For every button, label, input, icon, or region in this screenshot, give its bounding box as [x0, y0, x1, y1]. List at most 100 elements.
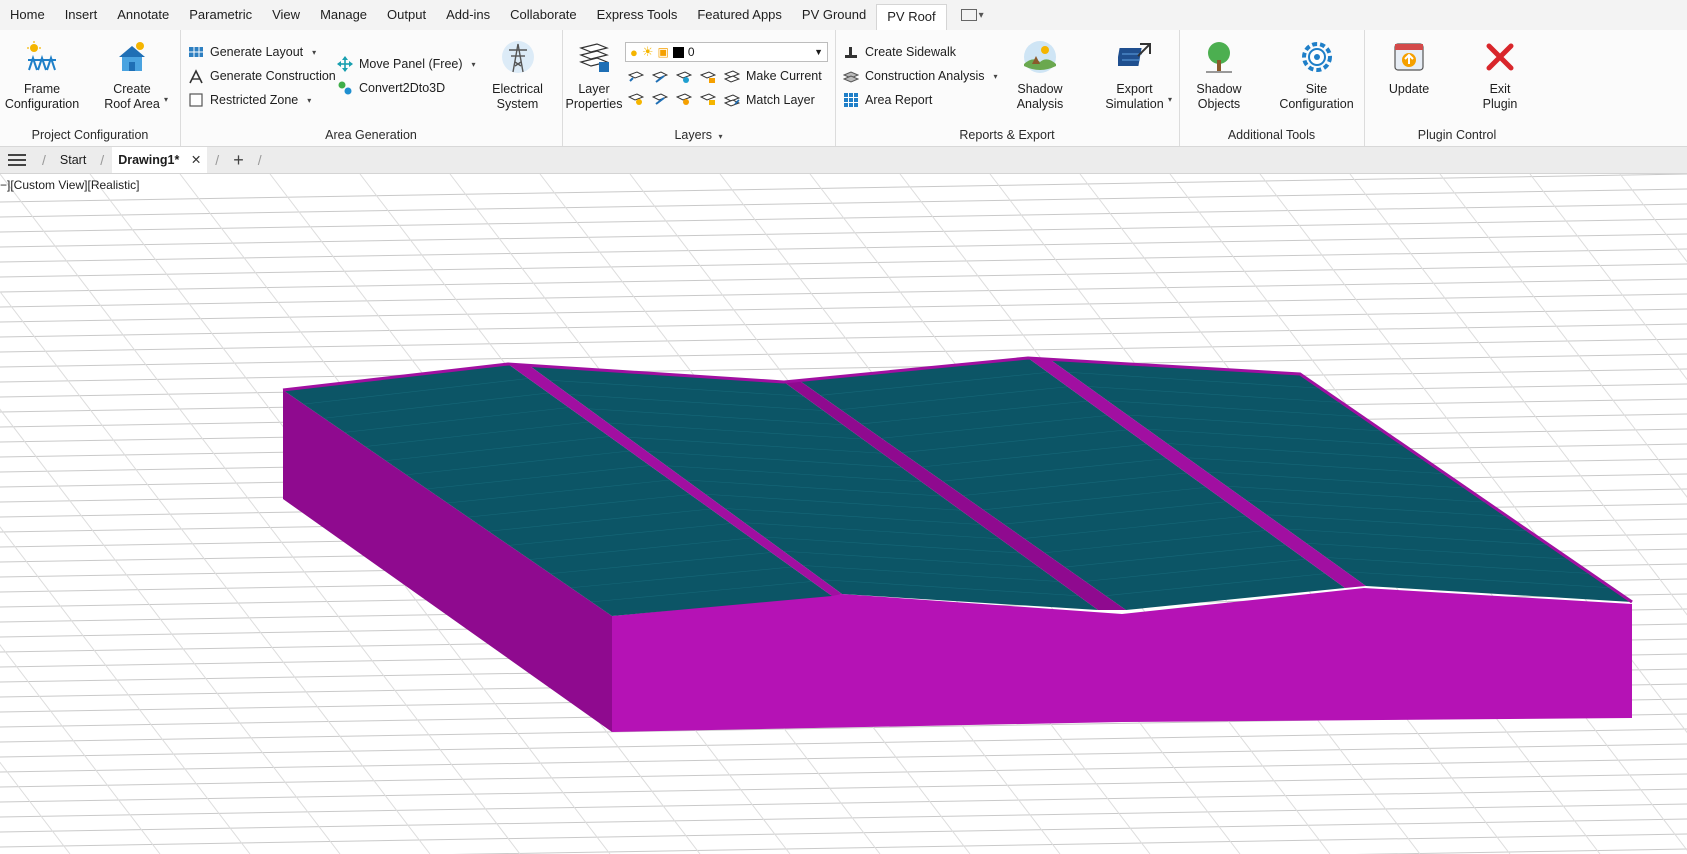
shadow-analysis-label: Shadow Analysis	[1016, 82, 1064, 111]
tab-start[interactable]: Start	[54, 147, 92, 173]
tab-separator: /	[42, 152, 46, 168]
layer-walk-icon[interactable]	[652, 90, 668, 106]
chevron-down-icon: ▾	[978, 9, 984, 21]
exit-plugin-button[interactable]: Exit Plugin	[1460, 40, 1540, 112]
ribbon: Frame Configuration Create Roof Area ▾ P…	[0, 30, 1687, 147]
roof-3d-model	[0, 174, 1687, 854]
tab-view[interactable]: View	[262, 3, 310, 27]
house-icon	[119, 42, 145, 71]
restricted-zone-button[interactable]: Restricted Zone ▾	[188, 90, 311, 110]
layer-tools-row-2	[628, 90, 716, 106]
panel-title-plugin-control: Plugin Control	[1417, 128, 1497, 142]
shadow-analysis-button[interactable]: Shadow Analysis	[1005, 40, 1075, 112]
chevron-down-icon: ▼	[814, 47, 823, 57]
chevron-down-icon: ▾	[307, 95, 312, 105]
tab-annotate[interactable]: Annotate	[107, 3, 179, 27]
update-label: Update	[1388, 82, 1430, 96]
new-tab-plus-icon[interactable]: +	[233, 150, 244, 171]
document-tabs-bar: / Start / Drawing1* ✕ / + /	[0, 147, 1687, 174]
panel-title-project-configuration: Project Configuration	[31, 128, 149, 142]
tab-pv-roof[interactable]: PV Roof	[876, 3, 947, 31]
electrical-system-label: Electrical System	[492, 82, 543, 111]
make-current-label: Make Current	[746, 69, 822, 83]
tab-drawing1-label: Drawing1*	[118, 153, 180, 167]
close-icon[interactable]: ✕	[191, 153, 201, 167]
layer-off-icon[interactable]	[652, 68, 668, 84]
panel-layers: Layer Properties ● ☀ ▣ 0 ▼ Make Current …	[562, 30, 836, 146]
tab-parametric[interactable]: Parametric	[179, 3, 262, 27]
electrical-system-button[interactable]: Electrical System	[480, 40, 555, 112]
shadow-objects-button[interactable]: Shadow Objects	[1184, 40, 1254, 112]
panel-area-generation: Generate Layout ▾ Generate Construction …	[180, 30, 563, 146]
panel-title-additional-tools: Additional Tools	[1227, 128, 1316, 142]
export-simulation-button[interactable]: Export Simulation ▾	[1097, 40, 1172, 112]
convert-2d-to-3d-button[interactable]: Convert2Dto3D	[337, 78, 445, 98]
layer-lock-icon[interactable]	[700, 68, 716, 84]
area-report-label: Area Report	[865, 93, 933, 107]
update-window-icon	[1394, 43, 1424, 71]
layers-check-icon	[724, 70, 740, 83]
tab-output[interactable]: Output	[377, 3, 436, 27]
view-controls-label[interactable]: −][Custom View][Realistic]	[0, 178, 140, 192]
tab-pv-ground[interactable]: PV Ground	[792, 3, 876, 27]
move-arrows-icon	[337, 56, 353, 72]
layer-thaw-icon[interactable]	[676, 90, 692, 106]
site-configuration-label: Site Configuration	[1279, 82, 1354, 111]
grid-report-icon	[844, 93, 858, 107]
solar-frame-icon	[27, 41, 56, 71]
sidewalk-icon	[845, 47, 857, 58]
layer-on-icon[interactable]	[628, 90, 644, 106]
tab-separator: /	[100, 152, 105, 168]
make-current-button[interactable]: Make Current	[724, 66, 822, 86]
match-layer-button[interactable]: Match Layer	[724, 90, 815, 110]
unlock-icon: ▣	[657, 45, 669, 59]
create-roof-area-label: Create Roof Area	[104, 82, 160, 111]
move-panel-button[interactable]: Move Panel (Free) ▾	[337, 54, 476, 74]
update-button[interactable]: Update	[1369, 40, 1449, 97]
current-layer-name: 0	[687, 45, 695, 59]
chevron-down-icon: ▾	[993, 71, 998, 81]
hamburger-menu-icon[interactable]	[8, 154, 26, 166]
analysis-layers-icon	[843, 71, 859, 83]
panel-title-reports-export: Reports & Export	[959, 128, 1055, 142]
tab-express-tools[interactable]: Express Tools	[587, 3, 688, 27]
area-report-button[interactable]: Area Report	[843, 90, 932, 110]
frame-configuration-button[interactable]: Frame Configuration	[2, 40, 82, 112]
layer-dropdown[interactable]: ● ☀ ▣ 0 ▼	[625, 42, 828, 62]
site-configuration-button[interactable]: Site Configuration	[1274, 40, 1359, 112]
tab-add-ins[interactable]: Add-ins	[436, 3, 500, 27]
generate-construction-button[interactable]: Generate Construction	[188, 66, 336, 86]
construction-analysis-label: Construction Analysis	[865, 69, 985, 83]
layer-tools-row-1	[628, 68, 716, 84]
tab-drawing1[interactable]: Drawing1* ✕	[112, 147, 208, 173]
layer-unlock-icon[interactable]	[700, 90, 716, 106]
layer-isolate-icon[interactable]	[628, 68, 644, 84]
tab-home[interactable]: Home	[0, 3, 55, 27]
construction-analysis-button[interactable]: Construction Analysis ▾	[843, 66, 998, 86]
tab-featured-apps[interactable]: Featured Apps	[687, 3, 792, 27]
panel-reports-export: Create Sidewalk Construction Analysis ▾ …	[835, 30, 1180, 146]
layer-freeze-icon[interactable]	[676, 68, 692, 84]
drawing-viewport[interactable]: −][Custom View][Realistic]	[0, 174, 1687, 854]
tab-separator: /	[215, 152, 220, 168]
window-icon	[960, 9, 977, 21]
layer-properties-label: Layer Properties	[565, 82, 623, 111]
panel-project-configuration: Frame Configuration Create Roof Area ▾ P…	[0, 30, 181, 146]
layers-match-icon	[724, 94, 740, 107]
match-layer-label: Match Layer	[746, 93, 815, 107]
shadow-objects-label: Shadow Objects	[1196, 82, 1242, 111]
chevron-down-icon: ▾	[471, 59, 476, 69]
convert-label: Convert2Dto3D	[359, 81, 446, 95]
generate-layout-button[interactable]: Generate Layout ▾	[188, 42, 316, 62]
tab-insert[interactable]: Insert	[55, 3, 108, 27]
tab-collaborate[interactable]: Collaborate	[500, 3, 587, 27]
tab-manage[interactable]: Manage	[310, 3, 377, 27]
panel-title-layers[interactable]: Layers ▾	[562, 128, 835, 142]
layer-properties-button[interactable]: Layer Properties	[564, 40, 624, 112]
roof-building	[282, 356, 1633, 732]
workspace-switch-button[interactable]: ▾	[960, 9, 984, 21]
create-sidewalk-label: Create Sidewalk	[865, 45, 957, 59]
create-roof-area-button[interactable]: Create Roof Area ▾	[92, 40, 172, 112]
create-sidewalk-button[interactable]: Create Sidewalk	[843, 42, 956, 62]
restricted-zone-label: Restricted Zone	[210, 93, 299, 107]
